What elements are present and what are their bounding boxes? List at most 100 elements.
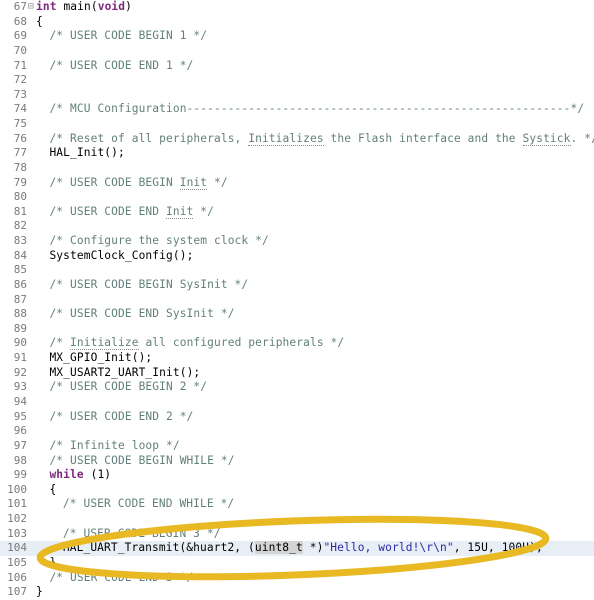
code-line-content: MX_USART2_UART_Init(); bbox=[36, 366, 200, 381]
code-line[interactable]: 85 bbox=[0, 263, 594, 278]
code-line-content: /* USER CODE END 2 */ bbox=[36, 410, 193, 425]
code-token: (); bbox=[179, 365, 201, 379]
code-line[interactable]: 88 /* USER CODE END SysInit */ bbox=[0, 307, 594, 322]
line-number: 83 bbox=[13, 234, 27, 248]
code-token: "Hello, world!\r\n" bbox=[323, 541, 454, 555]
code-line[interactable]: 89 bbox=[0, 322, 594, 337]
code-line[interactable]: 91 MX_GPIO_Init(); bbox=[0, 351, 594, 366]
code-line[interactable]: 106 /* USER CODE END 3 */ bbox=[0, 571, 594, 586]
code-line[interactable]: 71 /* USER CODE END 1 */ bbox=[0, 59, 594, 74]
code-line[interactable]: 73 bbox=[0, 88, 594, 103]
line-number: 81 bbox=[13, 204, 27, 218]
code-token: */ bbox=[207, 175, 228, 189]
code-line[interactable]: 72 bbox=[0, 73, 594, 88]
line-number: 78 bbox=[13, 160, 27, 174]
line-number: 106 bbox=[7, 570, 27, 584]
code-line-content: MX_GPIO_Init(); bbox=[36, 351, 152, 366]
code-token: HAL_UART_Transmit bbox=[62, 541, 180, 555]
code-line[interactable]: 94 bbox=[0, 395, 594, 410]
code-token: /* MCU Configuration--------------------… bbox=[49, 102, 585, 116]
code-line[interactable]: 74 /* MCU Configuration------------------… bbox=[0, 102, 594, 117]
code-editor[interactable]: 67 ⊟ int main(void) 68{69/* USER CODE BEGIN… bbox=[0, 0, 594, 600]
line-number: 67 bbox=[13, 0, 27, 13]
code-line[interactable]: 69 /* USER CODE BEGIN 1 */ bbox=[0, 29, 594, 44]
line-number: 99 bbox=[13, 468, 27, 482]
line-number: 89 bbox=[13, 321, 27, 335]
code-line[interactable]: 84 SystemClock_Config(); bbox=[0, 249, 594, 264]
code-token: { bbox=[36, 14, 43, 28]
code-line[interactable]: 102 bbox=[0, 512, 594, 527]
line-number: 101 bbox=[7, 497, 27, 511]
line-number: 72 bbox=[13, 73, 27, 87]
code-line[interactable]: 87 bbox=[0, 293, 594, 308]
code-line[interactable]: 78 bbox=[0, 161, 594, 176]
code-line[interactable]: 96 bbox=[0, 424, 594, 439]
code-line[interactable]: 77 HAL_Init(); bbox=[0, 146, 594, 161]
code-line[interactable]: 93 /* USER CODE BEGIN 2 */ bbox=[0, 380, 594, 395]
line-number: 68 bbox=[13, 14, 27, 28]
code-token: /* Reset of all peripherals, bbox=[49, 131, 249, 145]
code-line-content: { bbox=[36, 15, 43, 30]
line-number: 75 bbox=[13, 117, 27, 131]
code-line[interactable]: 81 /* USER CODE END Init */ bbox=[0, 204, 594, 220]
code-line[interactable]: 98 /* USER CODE BEGIN WHILE */ bbox=[0, 454, 594, 469]
code-token: /* Configure the system clock */ bbox=[49, 234, 269, 248]
code-line[interactable]: 80 bbox=[0, 190, 594, 205]
code-lines-container[interactable]: 67 ⊟ int main(void) 68{69/* USER CODE BEGIN… bbox=[0, 0, 594, 600]
line-number: 95 bbox=[13, 409, 27, 423]
code-line[interactable]: 76 /* Reset of all peripherals, Initializ… bbox=[0, 131, 594, 147]
code-line-content: /* USER CODE BEGIN 1 */ bbox=[36, 29, 207, 44]
line-number: 104 bbox=[7, 541, 27, 555]
line-number: 76 bbox=[13, 131, 27, 145]
line-number: 69 bbox=[13, 29, 27, 43]
line-number: 93 bbox=[13, 380, 27, 394]
fold-collapse-icon[interactable]: ⊟ bbox=[27, 0, 35, 15]
code-token: . */ bbox=[570, 131, 594, 145]
code-line[interactable]: 79 /* USER CODE BEGIN Init */ bbox=[0, 175, 594, 191]
code-token: Initializes bbox=[248, 131, 324, 146]
code-line[interactable]: 83 /* Configure the system clock */ bbox=[0, 234, 594, 249]
code-line[interactable]: 67 ⊟ int main(void) bbox=[0, 0, 594, 15]
code-token: Init bbox=[179, 175, 208, 190]
line-number: 98 bbox=[13, 453, 27, 467]
code-line-content: /* USER CODE END 3 */ bbox=[36, 571, 193, 586]
code-token: /* USER CODE END SysInit */ bbox=[49, 307, 235, 321]
line-number: 71 bbox=[13, 58, 27, 72]
code-line-content: /* Reset of all peripherals, Initializes… bbox=[36, 131, 594, 147]
code-token: , 15U, 100U); bbox=[453, 541, 543, 555]
code-token: the Flash interface and the bbox=[323, 131, 523, 145]
code-token: main bbox=[63, 0, 91, 13]
code-line[interactable]: 103 /* USER CODE BEGIN 3 */ bbox=[0, 527, 594, 542]
code-line[interactable]: 107} bbox=[0, 585, 594, 600]
code-line[interactable]: 90 /* Initialize all configured periphera… bbox=[0, 336, 594, 351]
code-line[interactable]: 105} bbox=[0, 556, 594, 571]
code-line[interactable]: 99 while (1) bbox=[0, 468, 594, 483]
code-line[interactable]: 92 MX_USART2_UART_Init(); bbox=[0, 366, 594, 381]
code-line-content: int main(void) bbox=[36, 0, 132, 15]
code-token: (); bbox=[104, 146, 125, 160]
code-line[interactable]: 75 bbox=[0, 117, 594, 132]
line-number: 87 bbox=[13, 292, 27, 306]
code-line[interactable]: 82 bbox=[0, 219, 594, 234]
code-line[interactable]: 95 /* USER CODE END 2 */ bbox=[0, 410, 594, 425]
line-number: 91 bbox=[13, 351, 27, 365]
code-line[interactable]: 68 { bbox=[0, 15, 594, 30]
code-line-content: /* USER CODE END SysInit */ bbox=[36, 307, 235, 322]
code-token: uint8_t bbox=[254, 541, 303, 555]
code-token: /* USER CODE BEGIN bbox=[49, 175, 180, 189]
code-line[interactable]: 101 /* USER CODE END WHILE */ bbox=[0, 497, 594, 512]
code-line-content: /* USER CODE END Init */ bbox=[36, 204, 214, 220]
code-line[interactable]: 86 /* USER CODE BEGIN SysInit */ bbox=[0, 278, 594, 293]
code-line[interactable]: 104 HAL_UART_Transmit(&huart2, (uint8_t *… bbox=[0, 541, 594, 556]
code-token: /* bbox=[49, 336, 71, 350]
line-number: 103 bbox=[7, 526, 27, 540]
line-number: 92 bbox=[13, 365, 27, 379]
line-number: 82 bbox=[13, 219, 27, 233]
code-line-content: /* MCU Configuration--------------------… bbox=[36, 102, 584, 117]
code-line[interactable]: 100 { bbox=[0, 483, 594, 498]
code-line[interactable]: 97 /* Infinite loop */ bbox=[0, 439, 594, 454]
code-line[interactable]: 70 bbox=[0, 44, 594, 59]
line-number: 88 bbox=[13, 307, 27, 321]
code-line-content: /* USER CODE BEGIN Init */ bbox=[36, 175, 228, 191]
code-token: /* USER CODE BEGIN 3 */ bbox=[62, 526, 221, 540]
